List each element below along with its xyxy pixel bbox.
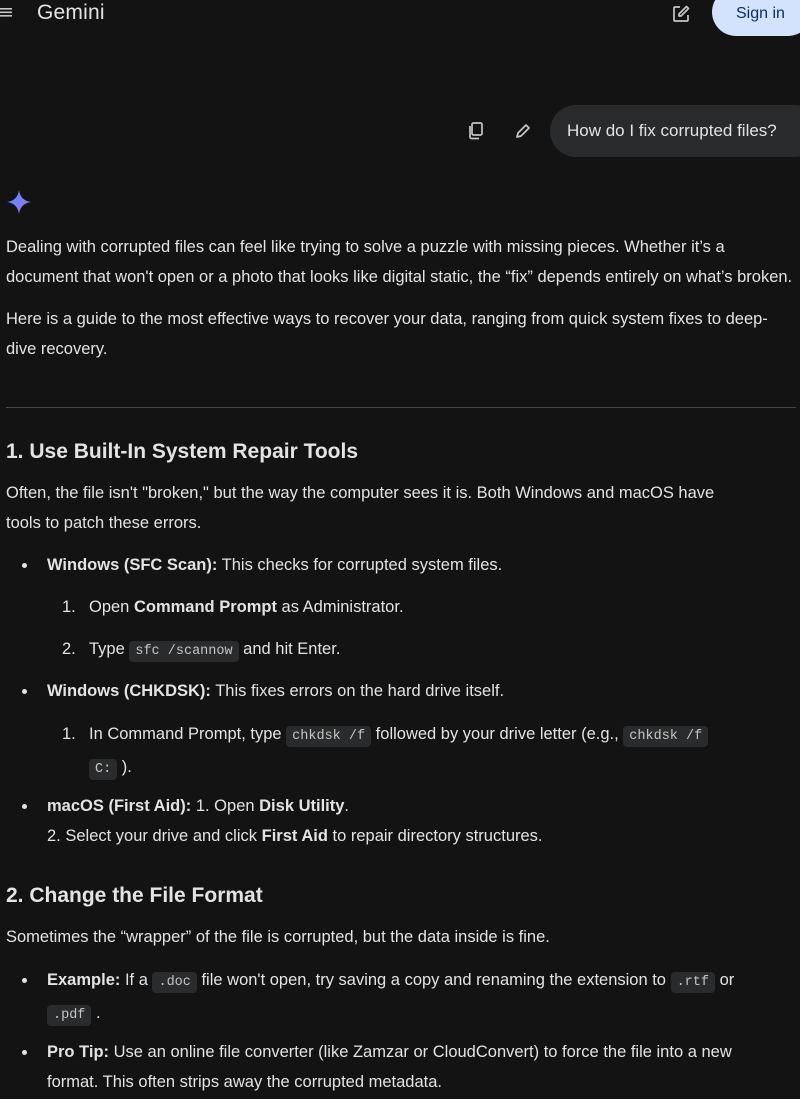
- bullet-icon: [22, 1050, 30, 1058]
- step-number: 1.: [62, 725, 76, 743]
- gemini-sparkle-icon: [7, 190, 31, 214]
- pro-tip-label: Pro Tip:: [47, 1043, 110, 1061]
- step-2-post: and hit Enter.: [238, 640, 341, 658]
- bullet-icon: [22, 804, 30, 812]
- chkdsk-step-1: In Command Prompt, type chkdsk /f follow…: [89, 719, 769, 785]
- pro-tip-line-2: format. This often strips away the corru…: [47, 1073, 442, 1091]
- section-1-paragraph: Often, the file isn't "broken," but the …: [6, 478, 796, 538]
- section-1-paragraph-line-1: Often, the file isn't "broken," but the …: [6, 484, 715, 502]
- example-line-2: .pdf .: [47, 998, 797, 1031]
- list-item-sfc: Windows (SFC Scan): This checks for corr…: [47, 550, 797, 580]
- chk-mid: followed by your drive letter (e.g.,: [371, 725, 624, 743]
- chk-post: ).: [117, 758, 132, 776]
- macos-label: macOS (First Aid):: [47, 797, 192, 815]
- sfc-step-1: Open Command Prompt as Administrator.: [89, 592, 789, 622]
- section-1-paragraph-line-2: tools to patch these errors.: [6, 514, 202, 532]
- pencil-icon[interactable]: [513, 121, 533, 141]
- user-prompt-bubble: How do I fix corrupted files?: [550, 105, 800, 157]
- example-line-1: Example: If a .doc file won't open, try …: [47, 965, 797, 998]
- chk-pre: In Command Prompt, type: [89, 725, 287, 743]
- sfc-label: Windows (SFC Scan):: [47, 556, 218, 574]
- inline-code: sfc /scannow: [129, 641, 239, 662]
- step-2-pre: Type: [89, 640, 130, 658]
- inline-code: .pdf: [47, 1005, 92, 1026]
- response-intro: Dealing with corrupted files can feel li…: [6, 232, 796, 376]
- chkdsk-label: Windows (CHKDSK):: [47, 682, 211, 700]
- macos-text-1: 1. Open: [191, 797, 260, 815]
- first-aid-bold: First Aid: [261, 827, 328, 845]
- step-1-bold: Command Prompt: [133, 598, 277, 616]
- example-label: Example:: [47, 971, 121, 989]
- list-item-example: Example: If a .doc file won't open, try …: [47, 965, 797, 1031]
- sign-in-button[interactable]: Sign in: [712, 0, 800, 36]
- intro-paragraph-2: Here is a guide to the most effective wa…: [6, 310, 768, 358]
- disk-utility-bold: Disk Utility: [259, 797, 345, 815]
- macos-text-2: .: [344, 797, 350, 815]
- pro-tip-text-1: Use an online file converter (like Zamza…: [109, 1043, 732, 1061]
- example-mid: file won't open, try saving a copy and r…: [196, 971, 671, 989]
- inline-code: C:: [89, 759, 118, 780]
- macos-line-2-post: to repair directory structures.: [327, 827, 543, 845]
- top-bar: Gemini Sign in: [0, 0, 800, 36]
- edit-square-icon[interactable]: [671, 4, 691, 24]
- bullet-icon: [22, 689, 30, 697]
- list-item-chkdsk: Windows (CHKDSK): This fixes errors on t…: [47, 676, 797, 706]
- inline-code: .doc: [152, 972, 197, 993]
- intro-paragraph-1: Dealing with corrupted files can feel li…: [6, 238, 793, 286]
- example-pre: If a: [120, 971, 153, 989]
- step-1-pre: Open: [89, 598, 134, 616]
- inline-code: .rtf: [670, 972, 715, 993]
- macos-line-2: 2. Select your drive and click First Aid…: [47, 821, 797, 851]
- step-number: 1.: [62, 598, 76, 616]
- macos-line-2-pre: 2. Select your drive and click: [47, 827, 262, 845]
- example-end: .: [91, 1004, 101, 1022]
- sfc-text: This checks for corrupted system files.: [217, 556, 503, 574]
- section-1-heading: 1. Use Built-In System Repair Tools: [6, 440, 359, 463]
- app-title: Gemini: [37, 1, 105, 24]
- hamburger-menu-icon[interactable]: [0, 6, 12, 18]
- step-number: 2.: [62, 640, 76, 658]
- copy-icon[interactable]: [467, 121, 485, 141]
- section-2-paragraph: Sometimes the “wrapper” of the file is c…: [6, 928, 550, 946]
- example-or: or: [714, 971, 735, 989]
- macos-line-1: macOS (First Aid): 1. Open Disk Utility.: [47, 791, 797, 821]
- list-item-pro-tip: Pro Tip: Use an online file converter (l…: [47, 1037, 797, 1097]
- section-2-heading: 2. Change the File Format: [6, 884, 263, 907]
- sfc-step-2: Type sfc /scannow and hit Enter.: [89, 634, 789, 667]
- list-item-macos: macOS (First Aid): 1. Open Disk Utility.…: [47, 791, 797, 851]
- bullet-icon: [22, 978, 30, 986]
- chkdsk-text: This fixes errors on the hard drive itse…: [210, 682, 505, 700]
- inline-code: chkdsk /f: [286, 726, 372, 747]
- step-1-post: as Administrator.: [276, 598, 404, 616]
- divider: [6, 407, 796, 408]
- bullet-icon: [22, 563, 30, 571]
- inline-code: chkdsk /f: [623, 726, 709, 747]
- pro-tip-line-1: Pro Tip: Use an online file converter (l…: [47, 1037, 797, 1067]
